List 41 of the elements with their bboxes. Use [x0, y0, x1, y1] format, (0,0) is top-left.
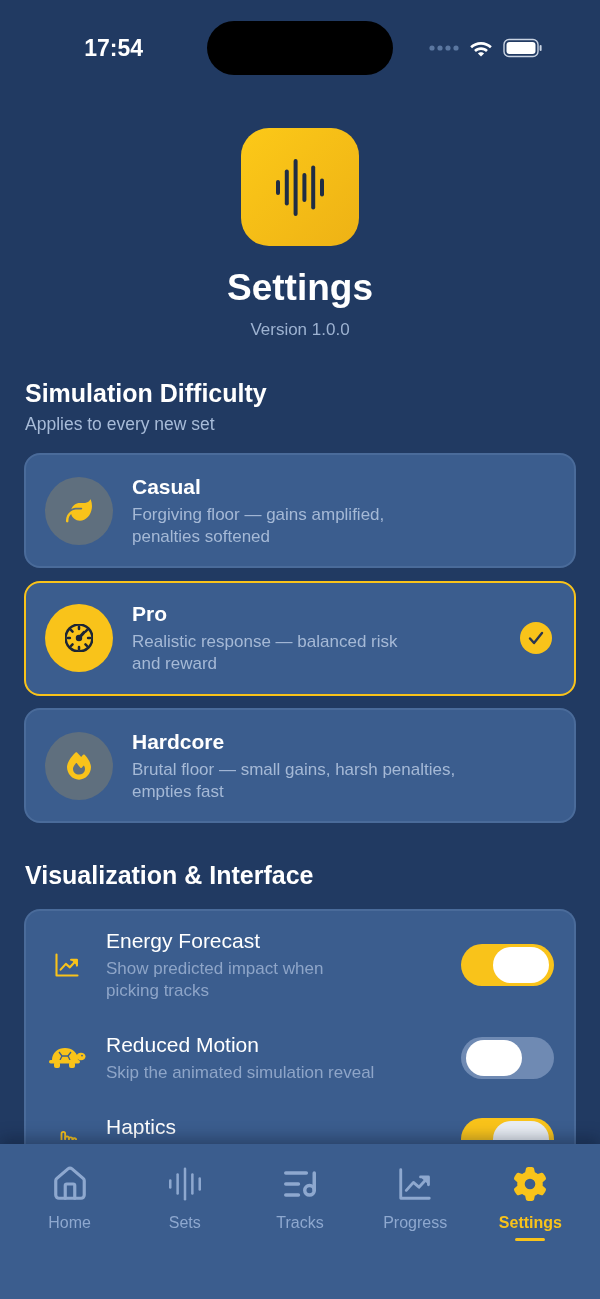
tab-button[interactable]: Home [48, 1164, 91, 1233]
flame-icon [67, 750, 91, 781]
setting-title: Reduced Motion [106, 1032, 260, 1058]
tab-indicator [515, 1238, 546, 1241]
tab-button[interactable]: Progress [383, 1164, 448, 1233]
option-title: Hardcore [132, 728, 226, 755]
wifi-icon [469, 39, 493, 57]
toggle-switch[interactable] [461, 1118, 554, 1140]
option-title: Casual [132, 473, 202, 500]
tab-button[interactable]: Settings [498, 1164, 562, 1233]
option-description: Forgiving floor — gains amplified, penalties softened [132, 503, 386, 548]
setting-description: Show predicted impact when picking tracks [106, 958, 325, 1002]
version-text: Version 1.0.0 [250, 319, 350, 341]
status-time: 17:54 [84, 36, 143, 60]
waveform-icon [276, 158, 324, 216]
page-title: Settings [227, 266, 373, 310]
leaf-icon [65, 497, 93, 524]
difficulty-option[interactable]: Hardcore Brutal floor — small gains, harsh penalties, empties fast [24, 708, 576, 823]
toggle-switch[interactable] [461, 944, 554, 986]
waveform-icon [168, 1167, 201, 1201]
speedometer-icon [65, 624, 93, 652]
section-title: Simulation Difficulty [24, 378, 268, 408]
difficulty-option[interactable]: Pro Realistic response — balanced risk and reward [24, 580, 576, 696]
trend-chart-icon [53, 951, 81, 979]
option-description: Brutal floor — small gains, harsh penalties, empties fast [132, 758, 456, 803]
turtle-icon [48, 1047, 86, 1069]
section-subtitle: Applies to every new set [24, 413, 216, 435]
setting-title: Haptics [106, 1115, 177, 1138]
battery-icon [503, 38, 543, 58]
toggle-switch[interactable] [461, 1037, 554, 1079]
section-title: Visualization & Interface [24, 860, 315, 890]
signal-dots-icon [429, 45, 459, 51]
settings-icon [513, 1167, 548, 1201]
tab-button[interactable]: Sets [168, 1164, 201, 1233]
setting-title: Energy Forecast [106, 928, 262, 954]
difficulty-option[interactable]: Casual Forgiving floor — gains amplified, penalties softened [24, 453, 576, 568]
option-title: Pro [132, 601, 168, 627]
setting-description: Skip the animated simulation reveal [106, 1062, 376, 1084]
tab-button[interactable]: Tracks [276, 1164, 324, 1233]
checkmark-icon [520, 622, 552, 654]
option-description: Realistic response — balanced risk and reward [132, 631, 399, 675]
